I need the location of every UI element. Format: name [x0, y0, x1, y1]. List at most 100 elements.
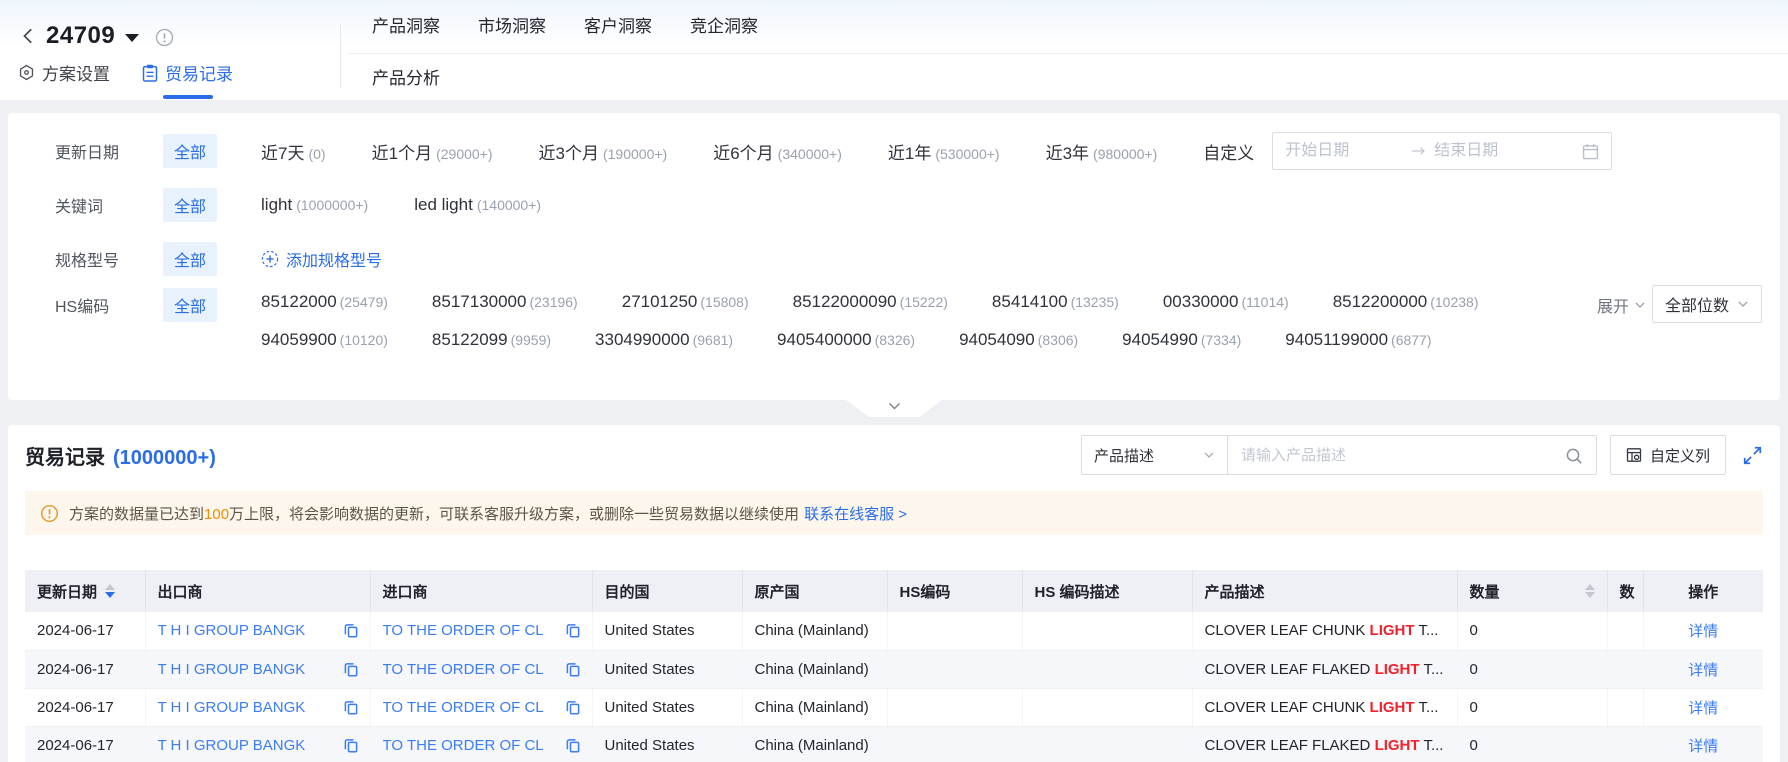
search-input[interactable]	[1227, 436, 1596, 474]
hs-expand-toggle[interactable]: 展开	[1597, 293, 1646, 317]
keyword-all-chip[interactable]: 全部	[163, 188, 218, 222]
col-header-importer[interactable]: 进口商	[370, 570, 593, 612]
exporter-link[interactable]: T H I GROUP BANGK	[158, 622, 306, 639]
header-vertical-divider	[340, 24, 341, 88]
hs-code-item[interactable]: 00330000 (11014)	[1163, 292, 1289, 312]
cell-action: 详情	[1643, 688, 1763, 727]
hs-all-chip[interactable]: 全部	[163, 288, 218, 322]
option-last-6-months[interactable]: 近6个月 (340000+)	[713, 139, 842, 164]
option-last-1-month[interactable]: 近1个月 (29000+)	[372, 139, 493, 164]
detail-link[interactable]: 详情	[1688, 623, 1718, 640]
add-spec-label: 添加规格型号	[286, 253, 383, 270]
date-range-picker[interactable]	[1272, 132, 1613, 170]
col-header-product-desc[interactable]: 产品描述	[1192, 570, 1458, 612]
search-field-value: 产品描述	[1093, 447, 1154, 465]
hs-code-item[interactable]: 27101250 (15808)	[622, 292, 749, 312]
filter-collapse-toggle[interactable]	[846, 400, 942, 417]
copy-icon[interactable]	[344, 662, 358, 677]
cell-hs-desc	[1022, 688, 1193, 727]
contact-support-link[interactable]: 联系在线客服 >	[804, 506, 907, 523]
copy-icon[interactable]	[566, 662, 580, 677]
col-header-destination[interactable]: 目的国	[592, 570, 743, 612]
hs-code-item[interactable]: 94051199000 (6877)	[1285, 330, 1431, 350]
copy-icon[interactable]	[344, 700, 358, 715]
clipboard-icon	[142, 64, 158, 82]
cell-origin: China (Mainland)	[742, 726, 888, 762]
update-date-all-chip[interactable]: 全部	[163, 134, 218, 168]
cell-update-date: 2024-06-17	[25, 612, 146, 651]
custom-date-label[interactable]: 自定义	[1203, 139, 1254, 164]
option-last-3-months[interactable]: 近3个月 (190000+)	[539, 139, 668, 164]
hs-code-item[interactable]: 8512200000 (10238)	[1333, 292, 1479, 312]
keyword-led-light[interactable]: led light (140000+)	[414, 195, 541, 215]
copy-icon[interactable]	[344, 623, 358, 638]
col-header-exporter[interactable]: 出口商	[145, 570, 371, 612]
importer-link[interactable]: TO THE ORDER OF CL	[383, 737, 544, 754]
nav-tab-market-insight[interactable]: 市场洞察	[478, 12, 546, 37]
hs-code-item[interactable]: 94054990 (7334)	[1122, 330, 1241, 350]
col-header-quantity-unit[interactable]: 数	[1607, 570, 1644, 612]
cell-destination: United States	[592, 612, 743, 651]
sort-icon[interactable]	[105, 584, 116, 598]
hs-code-item[interactable]: 8517130000 (23196)	[432, 292, 578, 312]
exporter-link[interactable]: T H I GROUP BANGK	[158, 661, 306, 678]
tab-trade-records[interactable]: 贸易记录	[142, 60, 233, 85]
hs-code-item[interactable]: 3304990000 (9681)	[595, 330, 733, 350]
exporter-link[interactable]: T H I GROUP BANGK	[158, 737, 306, 754]
customize-columns-button[interactable]: 自定义列	[1609, 435, 1726, 475]
nav-tab-product-insight[interactable]: 产品洞察	[372, 12, 440, 37]
spec-all-chip[interactable]: 全部	[163, 242, 218, 276]
keyword-light[interactable]: light (1000000+)	[261, 195, 368, 215]
hs-code-item[interactable]: 85122000 (25479)	[261, 292, 388, 312]
cell-quantity: 0	[1457, 612, 1608, 651]
detail-link[interactable]: 详情	[1688, 738, 1718, 755]
hs-code-list: 85122000 (25479) 8517130000 (23196) 271012…	[261, 283, 1478, 359]
col-header-hs-code[interactable]: HS编码	[887, 570, 1023, 612]
detail-link[interactable]: 详情	[1688, 662, 1718, 679]
col-header-hs-desc[interactable]: HS 编码描述	[1022, 570, 1193, 612]
fullscreen-icon[interactable]	[1742, 445, 1763, 466]
option-last-1-year[interactable]: 近1年 (530000+)	[888, 139, 1000, 164]
cell-update-date: 2024-06-17	[25, 726, 146, 762]
end-date-input[interactable]	[1434, 142, 1553, 160]
info-icon[interactable]	[155, 28, 174, 47]
tab-plan-settings[interactable]: 方案设置	[18, 60, 110, 85]
nav-tab-product-analysis[interactable]: 产品分析	[372, 64, 440, 89]
importer-link[interactable]: TO THE ORDER OF CL	[383, 699, 544, 716]
search-icon[interactable]	[1565, 447, 1583, 465]
search-field-select[interactable]: 产品描述	[1082, 436, 1228, 474]
copy-icon[interactable]	[566, 738, 580, 753]
records-count: (1000000+)	[113, 446, 216, 469]
nav-tab-competitor-insight[interactable]: 竞企洞察	[690, 12, 758, 37]
option-last-3-years[interactable]: 近3年 (980000+)	[1046, 139, 1158, 164]
chevron-down-icon	[1204, 452, 1214, 458]
col-header-origin[interactable]: 原产国	[742, 570, 888, 612]
start-date-input[interactable]	[1285, 142, 1404, 160]
plan-sub-tabs: 方案设置 贸易记录	[18, 60, 233, 85]
option-last-7-days[interactable]: 近7天 (0)	[261, 139, 326, 164]
col-header-quantity[interactable]: 数量	[1457, 570, 1608, 612]
hs-code-item[interactable]: 85122099 (9959)	[432, 330, 551, 350]
copy-icon[interactable]	[566, 623, 580, 638]
caret-down-icon[interactable]	[125, 33, 140, 42]
hs-digits-select[interactable]: 全部位数	[1651, 285, 1762, 323]
hs-code-item[interactable]: 94054090 (8306)	[959, 330, 1078, 350]
exporter-link[interactable]: T H I GROUP BANGK	[158, 699, 306, 716]
plan-id[interactable]: 24709	[46, 22, 115, 50]
cell-quantity-unit	[1607, 650, 1644, 689]
add-spec-button[interactable]: 添加规格型号	[261, 247, 382, 271]
detail-link[interactable]: 详情	[1688, 700, 1718, 717]
col-header-update-date[interactable]: 更新日期	[25, 570, 146, 612]
copy-icon[interactable]	[344, 738, 358, 753]
importer-link[interactable]: TO THE ORDER OF CL	[383, 622, 544, 639]
sort-icon[interactable]	[1584, 584, 1595, 598]
nav-tab-customer-insight[interactable]: 客户洞察	[584, 12, 652, 37]
importer-link[interactable]: TO THE ORDER OF CL	[383, 661, 544, 678]
hs-code-item[interactable]: 85414100 (13235)	[992, 292, 1119, 312]
hs-code-item[interactable]: 9405400000 (8326)	[777, 330, 915, 350]
back-icon[interactable]	[20, 27, 38, 45]
copy-icon[interactable]	[566, 700, 580, 715]
hs-code-item[interactable]: 94059900 (10120)	[261, 330, 388, 350]
hs-code-item[interactable]: 85122000090 (15222)	[793, 292, 948, 312]
cell-quantity: 0	[1457, 726, 1608, 762]
